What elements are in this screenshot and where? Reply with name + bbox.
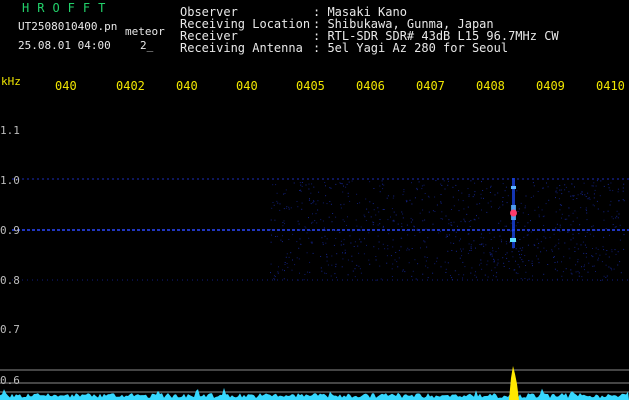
echo-count: 2_ — [140, 39, 154, 52]
y-label-0-9: 0.9 — [0, 224, 20, 237]
data-type: meteor — [125, 25, 165, 38]
y-label-0-7: 0.7 — [0, 323, 20, 336]
y-label-0-6: 0.6 — [0, 374, 20, 387]
noise-floor — [0, 387, 629, 400]
y-axis-unit: kHz — [1, 75, 21, 88]
meteor-echo-core — [510, 209, 517, 217]
x-tick-5: 0406 — [356, 79, 385, 93]
antenna-label: Receiving Antenna — [180, 41, 303, 55]
y-label-0-8: 0.8 — [0, 274, 20, 287]
app-brand: HROFFT — [22, 1, 114, 15]
x-tick-0: 040 — [55, 79, 77, 93]
x-tick-7: 0408 — [476, 79, 505, 93]
x-tick-9: 0410 — [596, 79, 625, 93]
spectrogram — [0, 178, 629, 400]
x-tick-4: 0405 — [296, 79, 325, 93]
x-tick-8: 0409 — [536, 79, 565, 93]
file-name: UT2508010400.pn — [18, 20, 118, 33]
y-label-1-0: 1.0 — [0, 174, 20, 187]
antenna-value: : 5el Yagi Az 280 for Seoul — [313, 41, 509, 55]
x-tick-2: 040 — [176, 79, 198, 93]
meteor-echo — [510, 178, 517, 248]
date-time: 25.08.01 04:00 — [18, 39, 111, 52]
x-tick-6: 0407 — [416, 79, 445, 93]
x-tick-1: 0402 — [116, 79, 145, 93]
x-tick-3: 040 — [236, 79, 258, 93]
y-label-1-1: 1.1 — [0, 124, 20, 137]
